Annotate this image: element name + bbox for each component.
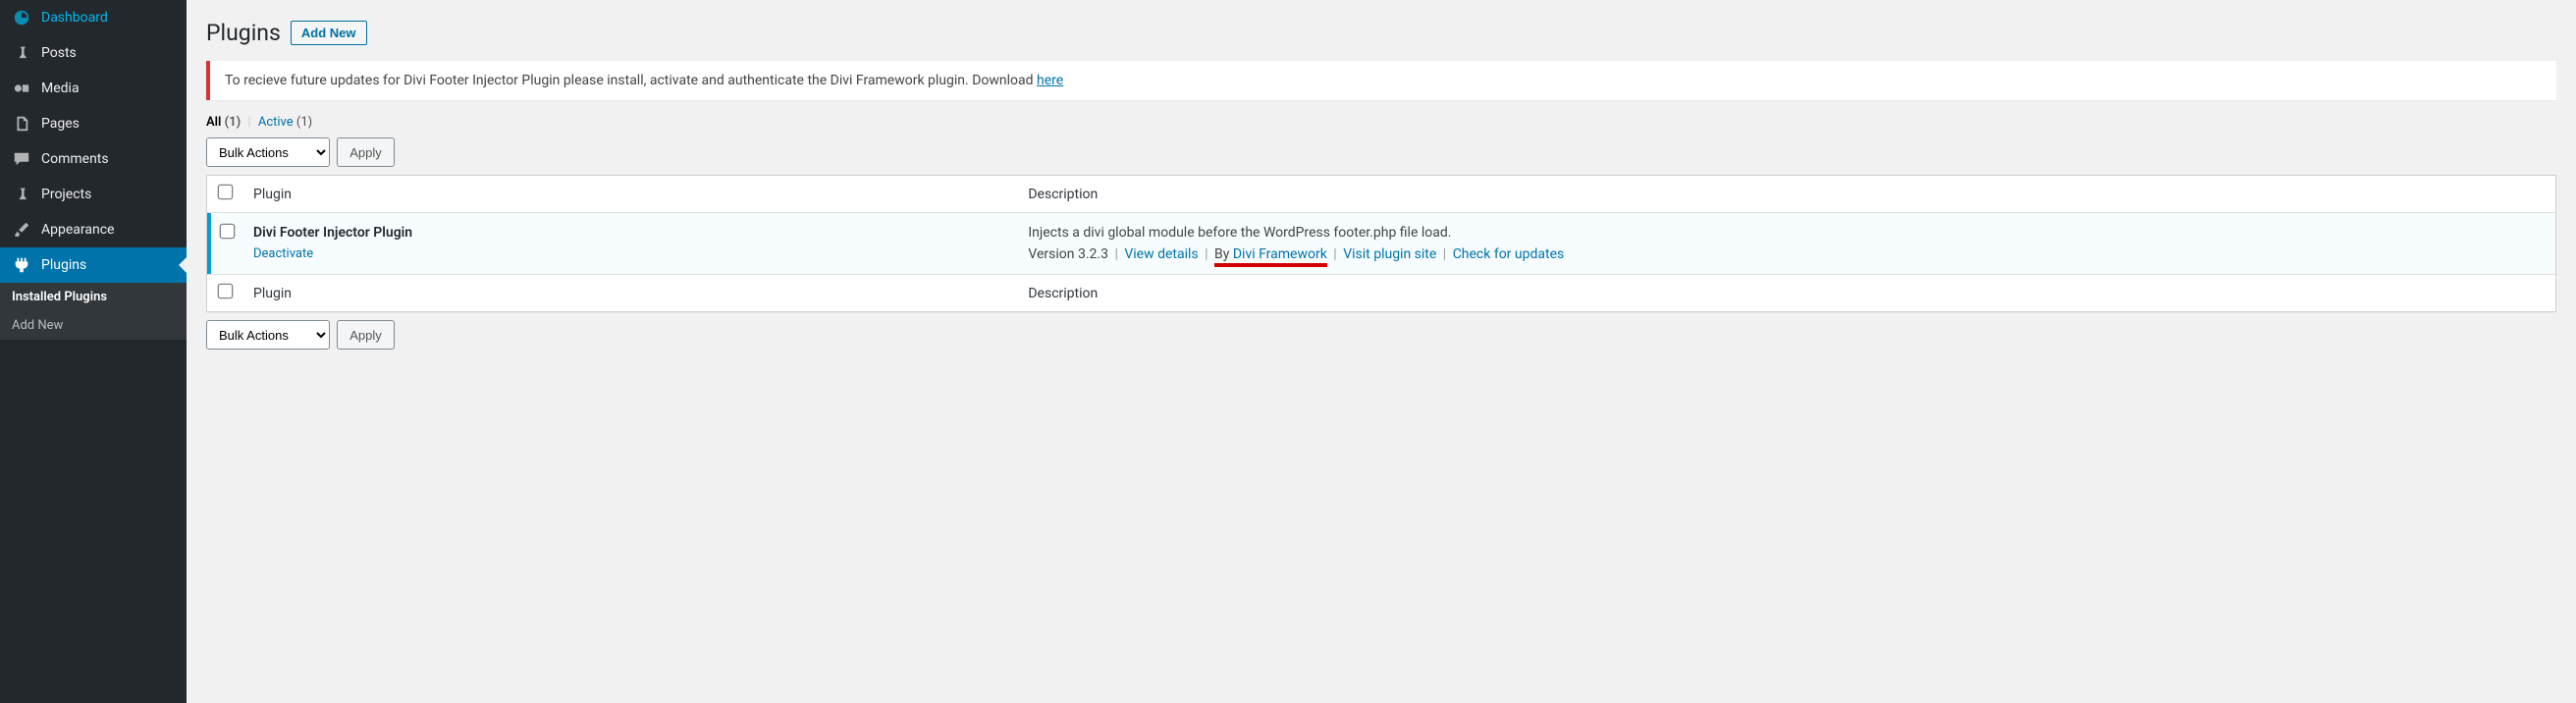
plugin-description: Injects a divi global module before the … <box>1028 225 2546 241</box>
notice-text: To recieve future updates for Divi Foote… <box>225 73 1037 88</box>
sidebar-item-pages[interactable]: Pages <box>0 106 187 141</box>
bulk-actions-select-bottom[interactable]: Bulk Actions <box>206 320 330 350</box>
sidebar-item-projects[interactable]: Projects <box>0 177 187 212</box>
sidebar-item-label: Appearance <box>41 222 114 238</box>
row-checkbox[interactable] <box>220 224 236 240</box>
update-notice: To recieve future updates for Divi Foote… <box>206 61 2556 100</box>
sidebar-item-posts[interactable]: Posts <box>0 35 187 71</box>
select-all-checkbox-bottom[interactable] <box>218 284 234 299</box>
view-details-link[interactable]: View details <box>1124 246 1198 262</box>
plugin-version: Version 3.2.3 <box>1028 246 1108 262</box>
sidebar-item-media[interactable]: Media <box>0 71 187 106</box>
sidebar-item-appearance[interactable]: Appearance <box>0 212 187 247</box>
admin-sidebar: Dashboard Posts Media Pages Comments Pro… <box>0 0 187 703</box>
sidebar-submenu: Installed Plugins Add New <box>0 283 187 340</box>
comment-icon <box>12 149 31 169</box>
tablenav-top: Bulk Actions Apply <box>206 137 2556 167</box>
plugin-filter-links: All (1) | Active (1) <box>206 115 2556 130</box>
plugins-table: Plugin Description Divi Footer Injector … <box>206 175 2556 312</box>
plugin-author-link[interactable]: Divi Framework <box>1233 246 1327 262</box>
plugin-author-by: By Divi Framework <box>1214 246 1327 267</box>
sidebar-item-label: Posts <box>41 45 77 61</box>
check-updates-link[interactable]: Check for updates <box>1453 246 1565 262</box>
col-plugin-foot[interactable]: Plugin <box>243 274 1018 311</box>
sidebar-item-comments[interactable]: Comments <box>0 141 187 177</box>
filter-all[interactable]: All (1) <box>206 115 241 130</box>
plugin-name: Divi Footer Injector Plugin <box>253 225 1008 241</box>
sidebar-item-plugins[interactable]: Plugins <box>0 247 187 283</box>
apply-button[interactable]: Apply <box>337 137 395 167</box>
sidebar-item-label: Plugins <box>41 257 86 273</box>
notice-download-link[interactable]: here <box>1037 73 1063 88</box>
apply-button-bottom[interactable]: Apply <box>337 320 395 350</box>
sidebar-item-label: Dashboard <box>41 10 108 26</box>
dashboard-icon <box>12 8 31 27</box>
col-description[interactable]: Description <box>1018 176 2555 213</box>
sidebar-item-label: Comments <box>41 151 109 167</box>
add-new-button[interactable]: Add New <box>291 21 367 45</box>
page-header: Plugins Add New <box>206 20 2556 46</box>
pages-icon <box>12 114 31 134</box>
media-icon <box>12 79 31 98</box>
col-plugin[interactable]: Plugin <box>243 176 1018 213</box>
pin-icon <box>12 185 31 204</box>
sidebar-item-dashboard[interactable]: Dashboard <box>0 0 187 35</box>
submenu-add-new[interactable]: Add New <box>0 311 187 340</box>
sidebar-item-label: Projects <box>41 187 91 202</box>
table-row: Divi Footer Injector Plugin Deactivate I… <box>207 213 2555 274</box>
plugin-meta: Version 3.2.3 | View details | By Divi F… <box>1028 246 2546 262</box>
tablenav-bottom: Bulk Actions Apply <box>206 320 2556 350</box>
visit-plugin-site-link[interactable]: Visit plugin site <box>1343 246 1436 262</box>
main-content: Plugins Add New To recieve future update… <box>187 0 2576 703</box>
sidebar-item-label: Pages <box>41 116 80 132</box>
submenu-installed-plugins[interactable]: Installed Plugins <box>0 283 187 311</box>
brush-icon <box>12 220 31 240</box>
select-all-checkbox[interactable] <box>218 185 234 200</box>
filter-active[interactable]: Active (1) <box>258 115 312 130</box>
bulk-actions-select[interactable]: Bulk Actions <box>206 137 330 167</box>
plug-icon <box>12 255 31 275</box>
pin-icon <box>12 43 31 63</box>
sidebar-item-label: Media <box>41 81 80 96</box>
deactivate-link[interactable]: Deactivate <box>253 246 313 261</box>
page-title: Plugins <box>206 20 281 46</box>
col-description-foot[interactable]: Description <box>1018 274 2555 311</box>
